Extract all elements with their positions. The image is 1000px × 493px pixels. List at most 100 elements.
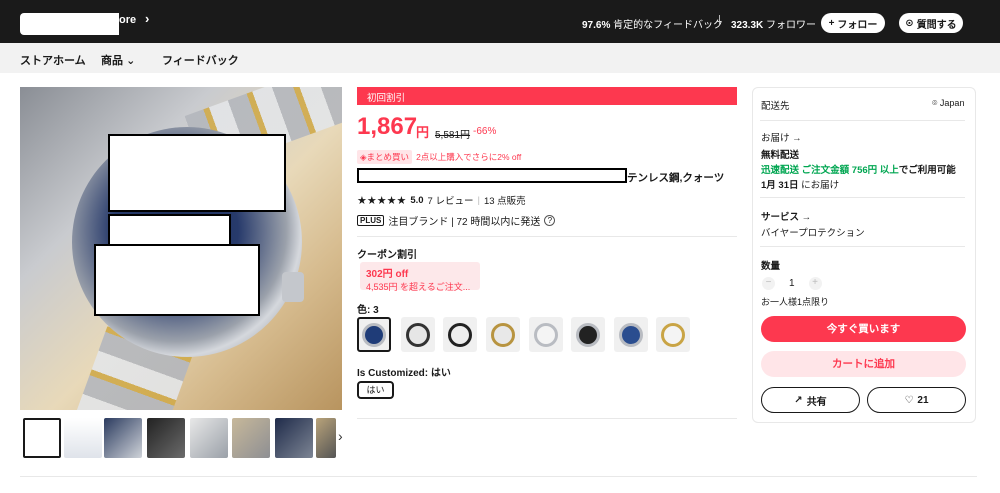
- quantity-label: 数量: [761, 261, 781, 272]
- bundle-tag: ◈まとめ買い: [357, 150, 413, 164]
- redacted-box: [108, 134, 286, 212]
- color-swatch[interactable]: [529, 317, 563, 352]
- watch-dial: [362, 322, 386, 347]
- redacted-box: [108, 214, 231, 246]
- follow-label: フォロー: [837, 19, 878, 31]
- nav-store-home[interactable]: ストアホーム: [20, 52, 86, 68]
- customized-label: Is Customized: はい: [357, 368, 451, 379]
- free-shipping: 無料配送: [761, 150, 800, 161]
- share-label: 共有: [806, 396, 827, 408]
- thumbnail[interactable]: [232, 418, 270, 458]
- wishlist-count: 21: [917, 394, 929, 406]
- add-to-cart-button[interactable]: カートに追加: [761, 351, 966, 377]
- followers-count: 323.3K: [731, 20, 764, 31]
- share-button[interactable]: ↗ 共有: [761, 387, 860, 413]
- redacted-box: [94, 244, 260, 316]
- reviews-link[interactable]: 7 レビュー: [428, 193, 474, 207]
- watch-dial: [534, 322, 558, 347]
- watch-dial: [491, 322, 515, 347]
- rating-row: ★★★★★ 5.0 7 レビュー | 13 点販売: [357, 193, 526, 208]
- feedback-label: 肯定的なフィードバック: [613, 20, 723, 31]
- fast-shipping: 迅速配送 ご注文金額 756円 以上でご利用可能: [761, 162, 956, 176]
- thumbnail-strip: ›: [20, 418, 343, 460]
- share-icon: ↗: [794, 394, 803, 406]
- title-redacted: [357, 168, 627, 183]
- sold-count: 13 点販売: [483, 196, 526, 207]
- thumbnail[interactable]: [316, 418, 336, 458]
- original-price: 5,581円: [435, 130, 471, 141]
- color-swatch[interactable]: [486, 317, 520, 352]
- feedback-stat: 97.6% 肯定的なフィードバック: [582, 16, 723, 31]
- buy-now-button[interactable]: 今すぐ買います: [761, 316, 966, 342]
- heart-icon: ♡: [904, 394, 914, 406]
- delivery-date-value: 1月 31日: [761, 180, 799, 191]
- color-swatch[interactable]: [401, 317, 435, 352]
- watch-dial: [576, 322, 600, 347]
- first-discount-badge: 初回割引: [357, 87, 737, 105]
- watch-dial: [619, 322, 643, 347]
- bundle-tag-label: まとめ買い: [366, 152, 410, 162]
- wishlist-button[interactable]: ♡ 21: [867, 387, 966, 413]
- product-main-image[interactable]: [20, 87, 342, 410]
- location-icon: ⌾: [932, 98, 938, 108]
- quantity-stepper: − 1 +: [762, 277, 822, 290]
- nav-products-label: 商品: [101, 55, 123, 67]
- color-swatch[interactable]: [357, 317, 391, 352]
- discount-percent: -66%: [473, 126, 497, 137]
- watch-dial: [661, 322, 685, 347]
- chevron-right-icon[interactable]: ›: [145, 11, 149, 26]
- delivery-link[interactable]: お届け →: [761, 130, 802, 144]
- plus-icon: +: [828, 17, 835, 29]
- plus-badge: PLUS: [357, 215, 385, 226]
- header-separator: |: [718, 14, 721, 26]
- quantity-value[interactable]: 1: [789, 278, 795, 289]
- bundle-deal[interactable]: ◈まとめ買い 2点以上購入でさらに2% off: [357, 150, 521, 164]
- rating-value: 5.0: [410, 194, 424, 206]
- divider: [760, 197, 965, 198]
- color-swatch[interactable]: [443, 317, 477, 352]
- follow-button[interactable]: + フォロー: [821, 13, 885, 33]
- delivery-date-tail: にお届け: [801, 180, 840, 191]
- thumbnail[interactable]: [64, 418, 102, 458]
- country-selector[interactable]: ⌾ Japan: [932, 98, 964, 109]
- thumbnail[interactable]: [147, 418, 185, 458]
- country-value: Japan: [939, 98, 965, 108]
- divider: [20, 476, 977, 477]
- star-icon: ★★★★★: [357, 194, 407, 207]
- color-swatch[interactable]: [656, 317, 690, 352]
- service-link[interactable]: サービス →: [761, 209, 811, 223]
- feedback-pct: 97.6%: [582, 20, 611, 31]
- buyer-protection: バイヤープロテクション: [761, 228, 865, 239]
- nav-products[interactable]: 商品 ⌄: [101, 52, 135, 68]
- customized-option[interactable]: はい: [357, 381, 394, 399]
- thumbnail[interactable]: [23, 418, 61, 458]
- ask-question-button[interactable]: ⊙ 質問する: [899, 13, 963, 33]
- chat-icon: ⊙: [905, 17, 914, 29]
- color-swatch[interactable]: [614, 317, 648, 352]
- color-swatch[interactable]: [571, 317, 605, 352]
- help-icon[interactable]: ?: [544, 215, 556, 226]
- divider: [760, 120, 965, 121]
- ship-to-label: 配送先: [761, 101, 790, 112]
- thumbnail[interactable]: [190, 418, 228, 458]
- thumbnail[interactable]: [104, 418, 142, 458]
- thumbnail[interactable]: [275, 418, 313, 458]
- chevron-right-icon[interactable]: ›: [338, 428, 343, 444]
- store-header: ore › 97.6% 肯定的なフィードバック | 323.3K フォロワー +…: [0, 0, 1000, 43]
- coupon-amount: 302円 off: [366, 269, 409, 280]
- color-label: 色: 3: [357, 305, 379, 316]
- store-name[interactable]: ore: [119, 14, 136, 26]
- watch-crown: [282, 272, 304, 302]
- ask-label: 質問する: [916, 19, 957, 31]
- coupon-card[interactable]: 302円 off 4,535円 を超えるご注文...: [360, 262, 480, 292]
- quantity-limit: お一人様1点限り: [761, 297, 830, 307]
- fast-shipping-text: 迅速配送 ご注文金額 756円 以上: [761, 165, 899, 176]
- bundle-text: 2点以上購入でさらに2% off: [416, 152, 522, 162]
- plus-row: PLUS 注目ブランド | 72 時間以内に発送 ?: [357, 213, 556, 228]
- minus-icon[interactable]: −: [762, 277, 775, 290]
- plus-text: 注目ブランド | 72 時間以内に発送: [388, 217, 541, 228]
- product-title: テンレス鋼,クォーツ: [627, 172, 725, 184]
- plus-icon[interactable]: +: [808, 277, 822, 290]
- coupon-condition: 4,535円 を超えるご注文...: [366, 282, 471, 292]
- nav-feedback[interactable]: フィードバック: [162, 52, 239, 68]
